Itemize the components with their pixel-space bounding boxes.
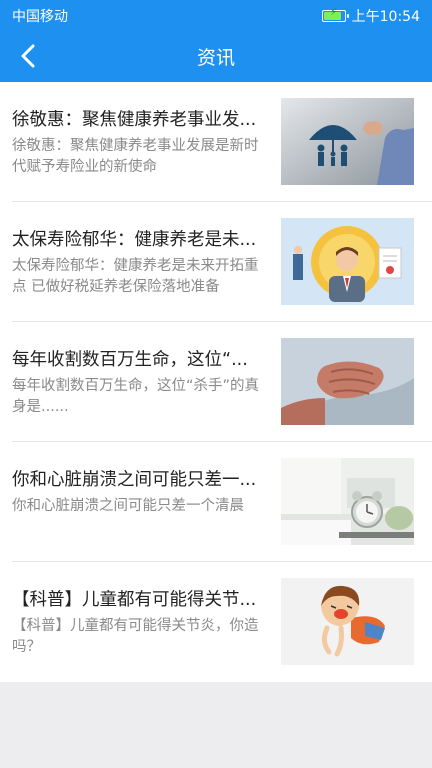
nav-bar: 资讯: [0, 30, 432, 82]
article-title: 太保寿险郁华：健康养老是未...: [12, 230, 257, 250]
article-thumbnail: [281, 338, 414, 425]
battery-icon: ⚡: [321, 7, 349, 22]
umbrella-family-icon: [281, 98, 414, 185]
article-list: 徐敬惠：聚焦健康养老事业发... 徐敬惠：聚焦健康养老事业发展是新时代赋予寿险业…: [0, 82, 432, 682]
article-thumbnail: [281, 578, 414, 665]
chest-pain-icon: [281, 338, 414, 425]
article-title: 你和心脏崩溃之间可能只差一...: [12, 470, 257, 490]
charging-icon: ⚡: [330, 7, 338, 18]
article-desc: 徐敬惠：聚焦健康养老事业发展是新时代赋予寿险业的新使命: [12, 138, 259, 175]
article-item-2[interactable]: 太保寿险郁华：健康养老是未... 太保寿险郁华：健康养老是未来开拓重点 已做好税…: [0, 202, 432, 322]
alarm-clock-icon: [281, 458, 414, 545]
article-item-1[interactable]: 徐敬惠：聚焦健康养老事业发... 徐敬惠：聚焦健康养老事业发展是新时代赋予寿险业…: [0, 82, 432, 202]
article-title: 徐敬惠：聚焦健康养老事业发...: [12, 110, 257, 130]
article-item-5[interactable]: 【科普】儿童都有可能得关节... 【科普】儿童都有可能得关节炎，你造吗？: [0, 562, 432, 682]
status-right: ⚡ 上午10:54: [321, 6, 420, 26]
status-bar: 中国移动 ⚡ 上午10:54: [0, 0, 432, 30]
clock-time: 上午10:54: [351, 9, 420, 25]
article-thumbnail: [281, 458, 414, 545]
carrier-label: 中国移动: [12, 9, 68, 25]
page-title: 资讯: [196, 47, 235, 69]
businessman-document-icon: [281, 218, 414, 305]
article-desc: 每年收割数百万生命，这位“杀手”的真身是......: [12, 378, 260, 415]
article-thumbnail: [281, 218, 414, 305]
article-title: 【科普】儿童都有可能得关节...: [12, 590, 257, 610]
article-desc: 你和心脏崩溃之间可能只差一个清晨: [12, 498, 244, 514]
article-item-3[interactable]: 每年收割数百万生命，这位“... 每年收割数百万生命，这位“杀手”的真身是...…: [0, 322, 432, 442]
article-desc: 太保寿险郁华：健康养老是未来开拓重点 已做好税延养老保险落地准备: [12, 258, 259, 295]
crying-child-icon: [281, 578, 414, 665]
article-title: 每年收割数百万生命，这位“...: [12, 350, 248, 370]
article-item-4[interactable]: 你和心脏崩溃之间可能只差一... 你和心脏崩溃之间可能只差一个清晨: [0, 442, 432, 562]
article-desc: 【科普】儿童都有可能得关节炎，你造吗？: [12, 618, 259, 655]
article-thumbnail: [281, 98, 414, 185]
